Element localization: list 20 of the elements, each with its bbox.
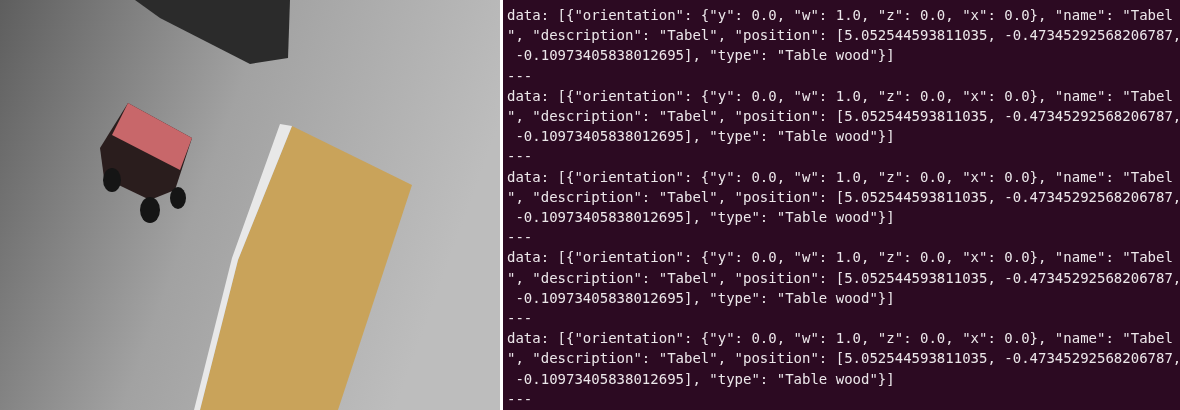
terminal-line: data: [{"orientation": {"y": 0.0, "w": 1.0, "z": 0.0, "x": 0.0}, "name": "Tabel [507, 329, 1173, 349]
terminal-line: ", "description": "Tabel", "position": [5.052544593811035, -0.47345292568206787, [507, 187, 1180, 207]
terminal-line: data: [{"orientation": {"y": 0.0, "w": 1.0, "z": 0.0, "x": 0.0}, "name": "Tabel [507, 6, 1173, 25]
terminal-line: --- [507, 228, 533, 248]
terminal-line: data: [{"orientation": {"y": 0.0, "w": 1.0, "z": 0.0, "x": 0.0}, "name": "Tabel [507, 86, 1173, 106]
terminal-line: data: [{"orientation": {"y": 0.0, "w": 1.0, "z": 0.0, "x": 0.0}, "name": "Tabel [507, 167, 1173, 187]
terminal-line: --- [507, 389, 533, 409]
terminal-line: -0.10973405838012695], "type": "Table wood"}] [514, 288, 895, 308]
terminal-line: ", "description": "Tabel", "position": [5.052544593811035, -0.47345292568206787, [507, 26, 1180, 46]
terminal-line: ", "description": "Tabel", "position": [5.052544593811035, -0.47345292568206787, [507, 107, 1180, 126]
terminal-line: ", "description": "Tabel", "position": [5.052544593811035, -0.47345292568206787, [507, 268, 1180, 288]
terminal-line: -0.10973405838012695], "type": "Table wood"}] [514, 127, 895, 147]
terminal-line: -0.10973405838012695], "type": "Table wood"}] [514, 208, 895, 228]
terminal-line: -0.10973405838012695], "type": "Table wood"}] [514, 369, 895, 389]
terminal-line: --- [507, 147, 533, 167]
terminal-line: data: [{"orientation": {"y": 0.0, "w": 1.0, "z": 0.0, "x": 0.0}, "name": "Tabel [507, 248, 1173, 268]
terminal-line: --- [507, 66, 533, 86]
terminal-line: -0.10973405838012695], "type": "Table wood"}] [514, 46, 895, 66]
terminal-line: ", "description": "Tabel", "position": [5.052544593811035, -0.47345292568206787, [507, 349, 1180, 369]
terminal-line: --- [507, 309, 533, 329]
